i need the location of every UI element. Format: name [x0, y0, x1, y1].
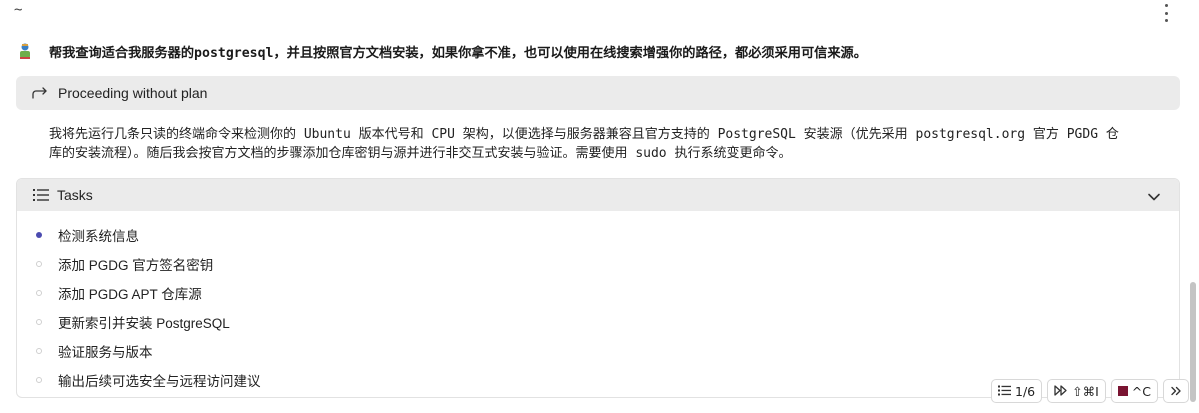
scrollbar-thumb[interactable] [1190, 282, 1196, 402]
list-icon [998, 384, 1011, 399]
task-status-dot [36, 260, 42, 267]
assistant-message: 我将先运行几条只读的终端命令来检测你的 Ubuntu 版本代号和 CPU 架构，… [49, 125, 1179, 163]
task-item[interactable]: 检测系统信息 [17, 220, 1179, 249]
task-progress-label: 1/6 [1015, 383, 1036, 399]
task-status-dot [36, 231, 42, 238]
more-vertical-icon[interactable] [1160, 4, 1172, 22]
stop-icon [1117, 386, 1128, 396]
task-item[interactable]: 添加 PGDG APT 仓库源 [17, 278, 1179, 307]
task-status-dot [36, 318, 42, 325]
task-label: 输出后续可选安全与远程访问建议 [58, 373, 261, 389]
task-status-dot [36, 376, 42, 383]
user-message: 帮我查询适合我服务器的postgresql，并且按照官方文档安装，如果你拿不准，… [16, 40, 1176, 62]
redo-arrow-icon [32, 86, 50, 100]
assistant-message-line: 我将先运行几条只读的终端命令来检测你的 Ubuntu 版本代号和 CPU 架构，… [49, 127, 1119, 142]
skip-shortcut: ⇧⌘I [1072, 383, 1099, 399]
expand-button[interactable] [1163, 379, 1189, 403]
task-status-dot [36, 289, 42, 296]
task-progress-button[interactable]: 1/6 [991, 379, 1043, 403]
bottom-toolbar: 1/6 ⇧⌘I ^C [991, 379, 1189, 403]
tasks-panel: Tasks 检测系统信息 添加 PGDG 官方签名密钥 添加 PGDG APT … [16, 178, 1180, 398]
task-label: 添加 PGDG 官方签名密钥 [58, 257, 214, 273]
task-item[interactable]: 验证服务与版本 [17, 336, 1179, 365]
fast-forward-icon [1054, 384, 1068, 399]
task-label: 更新索引并安装 PostgreSQL [58, 315, 230, 331]
stop-shortcut: ^C [1131, 383, 1151, 399]
task-label: 检测系统信息 [58, 228, 139, 244]
assistant-message-line: 库的安装流程）。随后我会按官方文档的步骤添加仓库密钥与源并进行非交互式安装与验证… [49, 146, 792, 161]
tasks-header[interactable]: Tasks [17, 179, 1179, 211]
user-message-text: 帮我查询适合我服务器的postgresql，并且按照官方文档安装，如果你拿不准，… [49, 45, 867, 61]
plan-status-label: Proceeding without plan [58, 85, 208, 101]
stop-button[interactable]: ^C [1110, 379, 1158, 403]
task-item[interactable]: 添加 PGDG 官方签名密钥 [17, 249, 1179, 278]
user-avatar-icon [16, 42, 34, 60]
task-label: 添加 PGDG APT 仓库源 [58, 286, 202, 302]
task-item[interactable]: 更新索引并安装 PostgreSQL [17, 307, 1179, 336]
list-icon [33, 188, 49, 202]
plan-status-bar: Proceeding without plan [16, 76, 1180, 110]
cwd-label: ~ [14, 2, 23, 18]
skip-button[interactable]: ⇧⌘I [1047, 379, 1106, 403]
double-chevron-right-icon [1170, 384, 1182, 399]
task-label: 验证服务与版本 [58, 344, 153, 360]
task-status-dot [36, 347, 42, 354]
tasks-title: Tasks [57, 187, 93, 203]
chevron-down-icon[interactable] [1147, 189, 1161, 201]
task-list: 检测系统信息 添加 PGDG 官方签名密钥 添加 PGDG APT 仓库源 更新… [17, 220, 1179, 394]
